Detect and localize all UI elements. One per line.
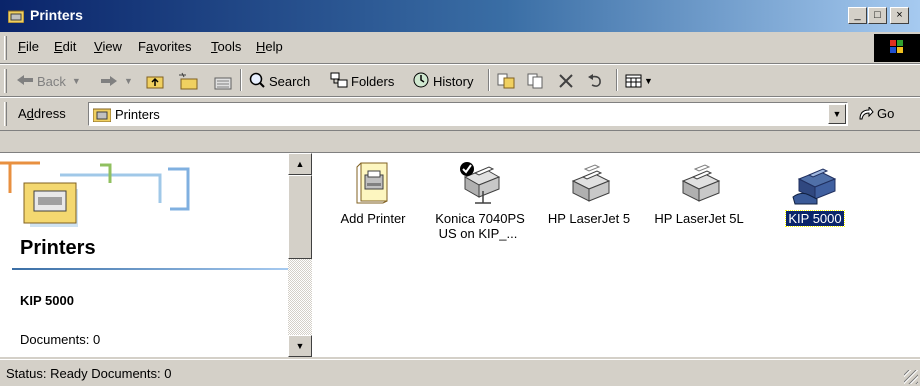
forward-button[interactable]: ▼ bbox=[100, 69, 133, 93]
windows-logo-icon bbox=[874, 34, 920, 62]
up-button[interactable] bbox=[146, 69, 166, 93]
status-bar: Status: Ready Documents: 0 bbox=[0, 359, 920, 386]
addressbar-grip[interactable] bbox=[4, 102, 7, 126]
go-button[interactable]: Go bbox=[858, 106, 894, 121]
window-title: Printers bbox=[30, 7, 83, 23]
folders-button[interactable]: Folders bbox=[330, 69, 394, 93]
item-hp-laserjet-5[interactable]: HP LaserJet 5 bbox=[534, 153, 644, 273]
item-kip-5000[interactable]: KIP 5000 bbox=[760, 153, 870, 273]
folder-view-icon bbox=[214, 77, 232, 90]
scroll-thumb[interactable] bbox=[288, 175, 312, 259]
history-label: History bbox=[433, 73, 474, 89]
address-label: Address bbox=[18, 106, 66, 121]
status-text: Status: Ready Documents: 0 bbox=[6, 366, 172, 381]
history-button[interactable]: History bbox=[412, 69, 473, 93]
forward-dropdown-icon[interactable]: ▼ bbox=[124, 76, 133, 86]
search-label: Search bbox=[269, 73, 311, 89]
menu-help[interactable]: Help bbox=[256, 39, 283, 54]
menu-bar: File Edit View Favorites Tools Help bbox=[0, 32, 920, 64]
printer-folder-icon bbox=[8, 10, 24, 23]
menu-file[interactable]: File bbox=[18, 39, 39, 54]
back-label: Back bbox=[37, 73, 66, 89]
resize-grip[interactable] bbox=[904, 370, 918, 384]
go-arrow-icon bbox=[859, 106, 874, 119]
delete-button[interactable] bbox=[558, 69, 574, 93]
selected-printer-name: KIP 5000 bbox=[20, 293, 74, 308]
up-folder-icon bbox=[146, 76, 164, 89]
standard-toolbar: Back ▼ ▼ Search Folders History ▼ bbox=[0, 65, 920, 97]
printer-icon bbox=[681, 164, 721, 202]
minimize-button[interactable]: _ bbox=[848, 7, 867, 24]
address-value: Printers bbox=[115, 107, 160, 122]
scroll-down-button[interactable]: ▼ bbox=[288, 335, 312, 357]
menubar-grip[interactable] bbox=[4, 36, 7, 60]
content-area: Printers KIP 5000 Documents: 0 ▲ ▼ Add P… bbox=[0, 152, 920, 357]
item-add-printer[interactable]: Add Printer bbox=[318, 153, 428, 273]
history-icon bbox=[412, 71, 430, 92]
delete-icon bbox=[559, 74, 573, 88]
menu-edit[interactable]: Edit bbox=[54, 39, 76, 54]
forward-arrow-icon bbox=[101, 76, 117, 86]
vertical-scrollbar[interactable]: ▲ ▼ bbox=[288, 153, 312, 357]
scroll-up-button[interactable]: ▲ bbox=[288, 153, 312, 175]
new-folder-icon bbox=[179, 72, 198, 90]
printer-icon bbox=[571, 164, 611, 202]
search-icon bbox=[248, 71, 266, 92]
title-bar[interactable]: Printers _ □ × bbox=[0, 0, 920, 32]
view-folder-button[interactable] bbox=[212, 69, 234, 93]
printers-banner-graphic bbox=[0, 153, 288, 233]
back-dropdown-icon[interactable]: ▼ bbox=[72, 76, 81, 86]
item-label: HP LaserJet 5 bbox=[547, 211, 631, 226]
move-to-button[interactable] bbox=[496, 69, 516, 93]
info-pane: Printers KIP 5000 Documents: 0 bbox=[0, 153, 288, 357]
scroll-track[interactable] bbox=[288, 259, 312, 335]
item-label: Konica 7040PS US on KIP_... bbox=[435, 211, 525, 241]
shared-printer-icon bbox=[792, 168, 837, 205]
views-icon bbox=[625, 74, 642, 88]
menu-favorites[interactable]: Favorites bbox=[138, 39, 191, 54]
menu-tools[interactable]: Tools bbox=[211, 39, 241, 54]
views-button[interactable]: ▼ bbox=[624, 69, 653, 93]
item-label: KIP 5000 bbox=[785, 210, 845, 227]
pane-divider bbox=[12, 268, 288, 270]
item-konica-printer[interactable]: Konica 7040PS US on KIP_... bbox=[424, 153, 534, 273]
address-input[interactable]: Printers ▼ bbox=[88, 102, 848, 126]
back-button[interactable]: Back ▼ bbox=[16, 69, 81, 93]
undo-button[interactable] bbox=[586, 69, 604, 93]
item-hp-laserjet-5l[interactable]: HP LaserJet 5L bbox=[644, 153, 754, 273]
item-label: HP LaserJet 5L bbox=[654, 211, 744, 226]
search-button[interactable]: Search bbox=[248, 69, 310, 93]
undo-icon bbox=[588, 74, 601, 87]
copy-to-button[interactable] bbox=[526, 69, 546, 93]
close-button[interactable]: × bbox=[890, 7, 909, 24]
copy-to-icon bbox=[527, 73, 543, 89]
address-bar: Address Printers ▼ Go bbox=[0, 98, 920, 130]
toolbar-grip[interactable] bbox=[4, 69, 7, 93]
move-to-icon bbox=[497, 73, 515, 89]
menu-view[interactable]: View bbox=[94, 39, 122, 54]
go-label: Go bbox=[877, 106, 895, 121]
add-printer-icon bbox=[356, 162, 388, 204]
views-dropdown-icon[interactable]: ▼ bbox=[644, 76, 653, 86]
address-dropdown-button[interactable]: ▼ bbox=[828, 104, 846, 124]
folders-icon bbox=[330, 71, 348, 92]
maximize-button[interactable]: □ bbox=[868, 7, 887, 24]
new-folder-button[interactable] bbox=[178, 69, 200, 93]
folders-label: Folders bbox=[351, 73, 395, 89]
documents-count: Documents: 0 bbox=[20, 332, 101, 347]
item-label: Add Printer bbox=[340, 211, 406, 226]
pane-title: Printers bbox=[20, 237, 96, 259]
printer-default-icon bbox=[460, 162, 501, 204]
printer-folder-icon bbox=[93, 108, 111, 122]
back-arrow-icon bbox=[16, 74, 34, 89]
